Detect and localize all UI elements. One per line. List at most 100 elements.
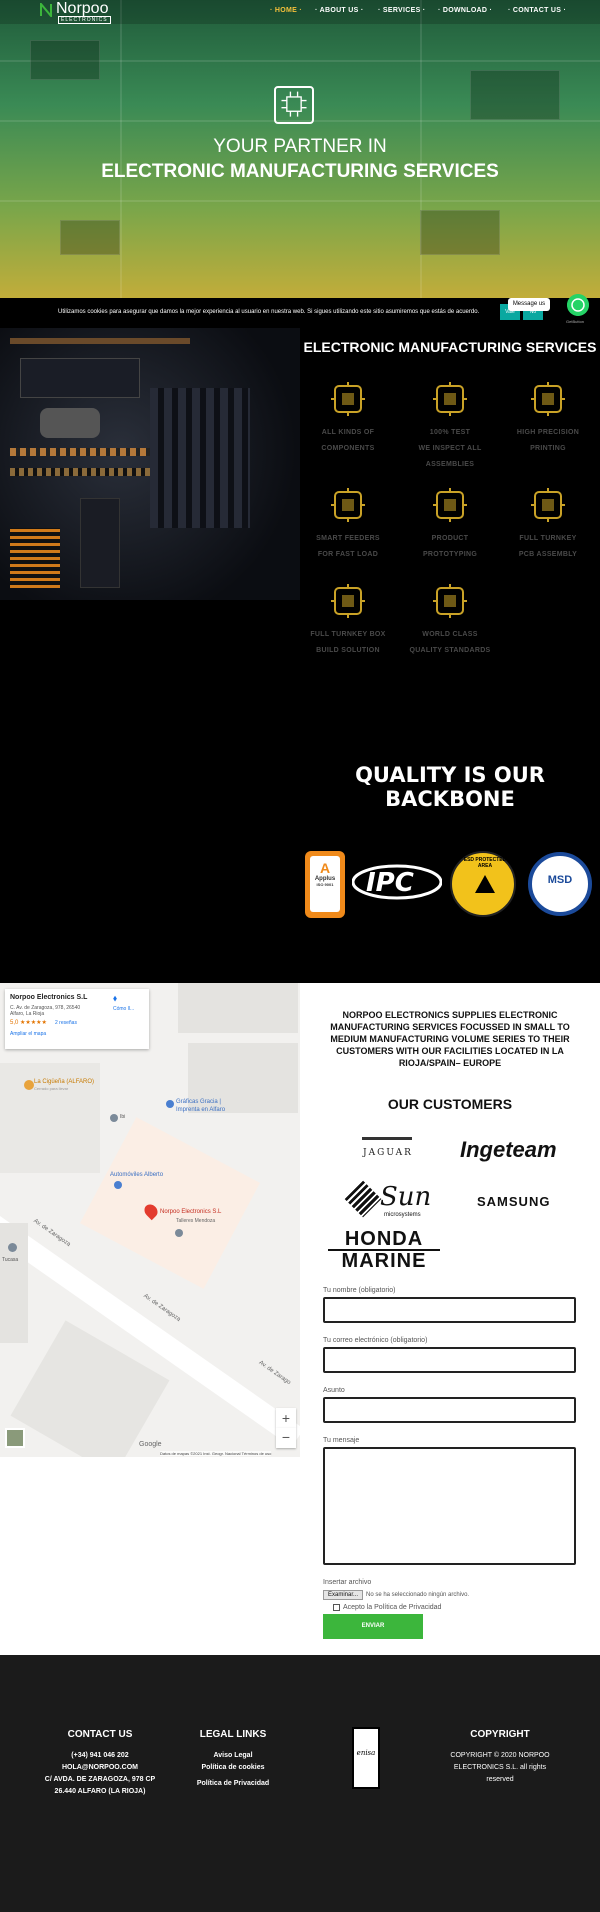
circuit-icon — [274, 86, 314, 124]
checklist-icon — [431, 380, 469, 418]
cookie-text: Utilizamos cookies para asegurar que dam… — [58, 309, 480, 315]
email-field[interactable] — [323, 1347, 576, 1373]
browse-button[interactable]: Examinar... — [323, 1590, 363, 1600]
logo-icon[interactable] — [40, 3, 52, 17]
map-reviews-link[interactable]: 2 reseñas — [55, 1020, 77, 1026]
zoom-in-button[interactable]: + — [276, 1408, 296, 1428]
prototype-icon — [431, 486, 469, 524]
file-label: Insertar archivo — [323, 1579, 372, 1586]
zoom-out-button[interactable]: − — [276, 1428, 296, 1448]
circuit-board-icon — [529, 486, 567, 524]
poi-label: Automóviles Alberto — [110, 1172, 164, 1178]
service-label: COMPONENTS — [321, 445, 375, 452]
map-pin-icon — [24, 1080, 34, 1090]
no-file-text: No se ha seleccionado ningún archivo. — [366, 1592, 470, 1598]
map-attribution: Datos de mapas ©2021 Inst. Geogr. Nacion… — [160, 1451, 272, 1456]
nav-contact-us[interactable]: · CONTACT US · — [508, 7, 566, 14]
battery-icon — [329, 486, 367, 524]
satellite-toggle[interactable] — [5, 1428, 25, 1448]
quality-gear-icon — [431, 582, 469, 620]
directions-icon[interactable]: ⬧ — [113, 993, 127, 1003]
poi-label: Ibi — [120, 1114, 126, 1120]
privacy-label: Acepto la Política de Privacidad — [343, 1604, 442, 1611]
about-text: NORPOO ELECTRONICS SUPPLIES ELECTRONIC M… — [330, 1010, 570, 1068]
jaguar-logo: JAGUAR — [350, 1126, 426, 1162]
nav-home[interactable]: · HOME · — [270, 7, 302, 14]
footer-email[interactable]: HOLA@NORPOO.COM — [40, 1762, 160, 1774]
honda-marine-logo: HONDA MARINE — [328, 1229, 440, 1271]
applus-cert-logo: A Applus ISO 9001 — [305, 851, 345, 918]
services-title: ELECTRONIC MANUFACTURING SERVICES — [303, 339, 597, 355]
map-pin-icon — [110, 1114, 118, 1122]
box-build-icon — [329, 582, 367, 620]
nav-about-us[interactable]: · ABOUT US · — [315, 7, 363, 14]
nav-services[interactable]: · SERVICES · — [378, 7, 425, 14]
hero-title-line2: ELECTRONIC MANUFACTURING SERVICES — [101, 161, 499, 182]
privacy-checkbox[interactable] — [333, 1604, 340, 1611]
nav-download[interactable]: · DOWNLOAD · — [438, 7, 492, 14]
chat-message-bubble[interactable]: Message us — [508, 298, 550, 311]
footer-address1: C/ AVDA. DE ZARAGOZA, 978 CP — [44, 1776, 156, 1783]
layers-icon — [529, 380, 567, 418]
poi-label: La Cigüeña (ALFARO) — [34, 1079, 95, 1085]
service-label: FOR FAST LOAD — [317, 551, 379, 558]
poi-sublabel: Cerrado para llevar — [34, 1086, 69, 1091]
ingeteam-logo: Ingeteam — [460, 1137, 557, 1162]
poi-label: Talleres Mendoza — [176, 1218, 216, 1224]
service-label: HIGH PRECISION — [516, 429, 580, 436]
service-label: PRODUCT — [431, 535, 469, 542]
esd-logo: ESD PROTECTED AREA — [450, 851, 516, 917]
cpu-chip-icon — [329, 380, 367, 418]
footer-legal-aviso[interactable]: Aviso Legal — [173, 1750, 293, 1762]
service-label: SMART FEEDERS — [316, 535, 380, 542]
message-field[interactable] — [323, 1447, 576, 1565]
footer-legal-title: LEGAL LINKS — [199, 1729, 267, 1740]
customers-title: OUR CUSTOMERS — [387, 1096, 513, 1112]
map-pin-icon — [8, 1243, 17, 1252]
quality-title: QUALITY IS OUR BACKBONE — [355, 763, 545, 811]
poi-label: Imprenta en Alfaro — [176, 1107, 226, 1113]
map-enlarge-link[interactable]: Ampliar el mapa — [10, 1031, 46, 1037]
ipc-logo: IPC — [351, 862, 443, 902]
submit-button[interactable]: ENVIAR — [323, 1614, 423, 1639]
map-info-card: Norpoo Electronics S.L C. Av. de Zaragoz… — [5, 989, 149, 1049]
service-label: ALL KINDS OF — [321, 429, 375, 436]
poi-label: Gráficas Gracia | — [176, 1099, 221, 1105]
hero-title-line1: YOUR PARTNER IN — [213, 136, 387, 157]
subject-label: Asunto — [323, 1387, 345, 1394]
google-logo: Google — [139, 1441, 162, 1448]
service-label: WE INSPECT ALL — [418, 445, 482, 452]
poi-label: Norpoo Electronics S.L — [160, 1209, 222, 1215]
service-label: FULL TURNKEY — [519, 535, 577, 542]
footer-copyright-title: COPYRIGHT — [470, 1729, 530, 1740]
enisa-seal-logo: enisa — [352, 1727, 380, 1789]
message-label: Tu mensaje — [323, 1437, 360, 1444]
service-label: WORLD CLASS — [422, 631, 478, 638]
getbutton-label: GetButton — [566, 319, 585, 324]
service-label: QUALITY STANDARDS — [409, 647, 491, 654]
map-pin-icon — [175, 1229, 183, 1237]
service-label: FULL TURNKEY BOX — [310, 631, 386, 638]
service-label: 100% TEST — [429, 429, 471, 436]
footer-legal-cookies[interactable]: Política de cookies — [173, 1762, 293, 1774]
footer-legal-privacy[interactable]: Política de Privacidad — [173, 1778, 293, 1790]
whatsapp-icon[interactable] — [567, 294, 589, 316]
service-label: BUILD SOLUTION — [316, 647, 380, 654]
logo-subtitle: ELECTRONICS — [58, 16, 111, 24]
service-label: PCB ASSEMBLY — [518, 551, 578, 558]
subject-field[interactable] — [323, 1397, 576, 1423]
service-label: PRINTING — [530, 445, 566, 452]
name-label: Tu nombre (obligatorio) — [323, 1287, 396, 1294]
map-pin-icon — [166, 1100, 174, 1108]
sun-logo: Sun microsystems — [344, 1180, 431, 1218]
footer-copyright-text: COPYRIGHT © 2020 NORPOO ELECTRONICS S.L.… — [450, 1752, 550, 1783]
google-map[interactable] — [0, 983, 300, 1457]
footer-phone[interactable]: (+34) 941 046 202 — [40, 1750, 160, 1762]
map-directions-link[interactable]: Cómo ll... — [113, 1006, 134, 1012]
email-label: Tu correo electrónico (obligatorio) — [323, 1337, 428, 1344]
service-label: PROTOTYPING — [422, 551, 478, 558]
footer-address2: 26.440 ALFARO (LA RIOJA) — [54, 1788, 146, 1795]
name-field[interactable] — [323, 1297, 576, 1323]
samsung-logo: SAMSUNG — [477, 1194, 551, 1209]
msd-logo: MSD — [528, 852, 592, 916]
